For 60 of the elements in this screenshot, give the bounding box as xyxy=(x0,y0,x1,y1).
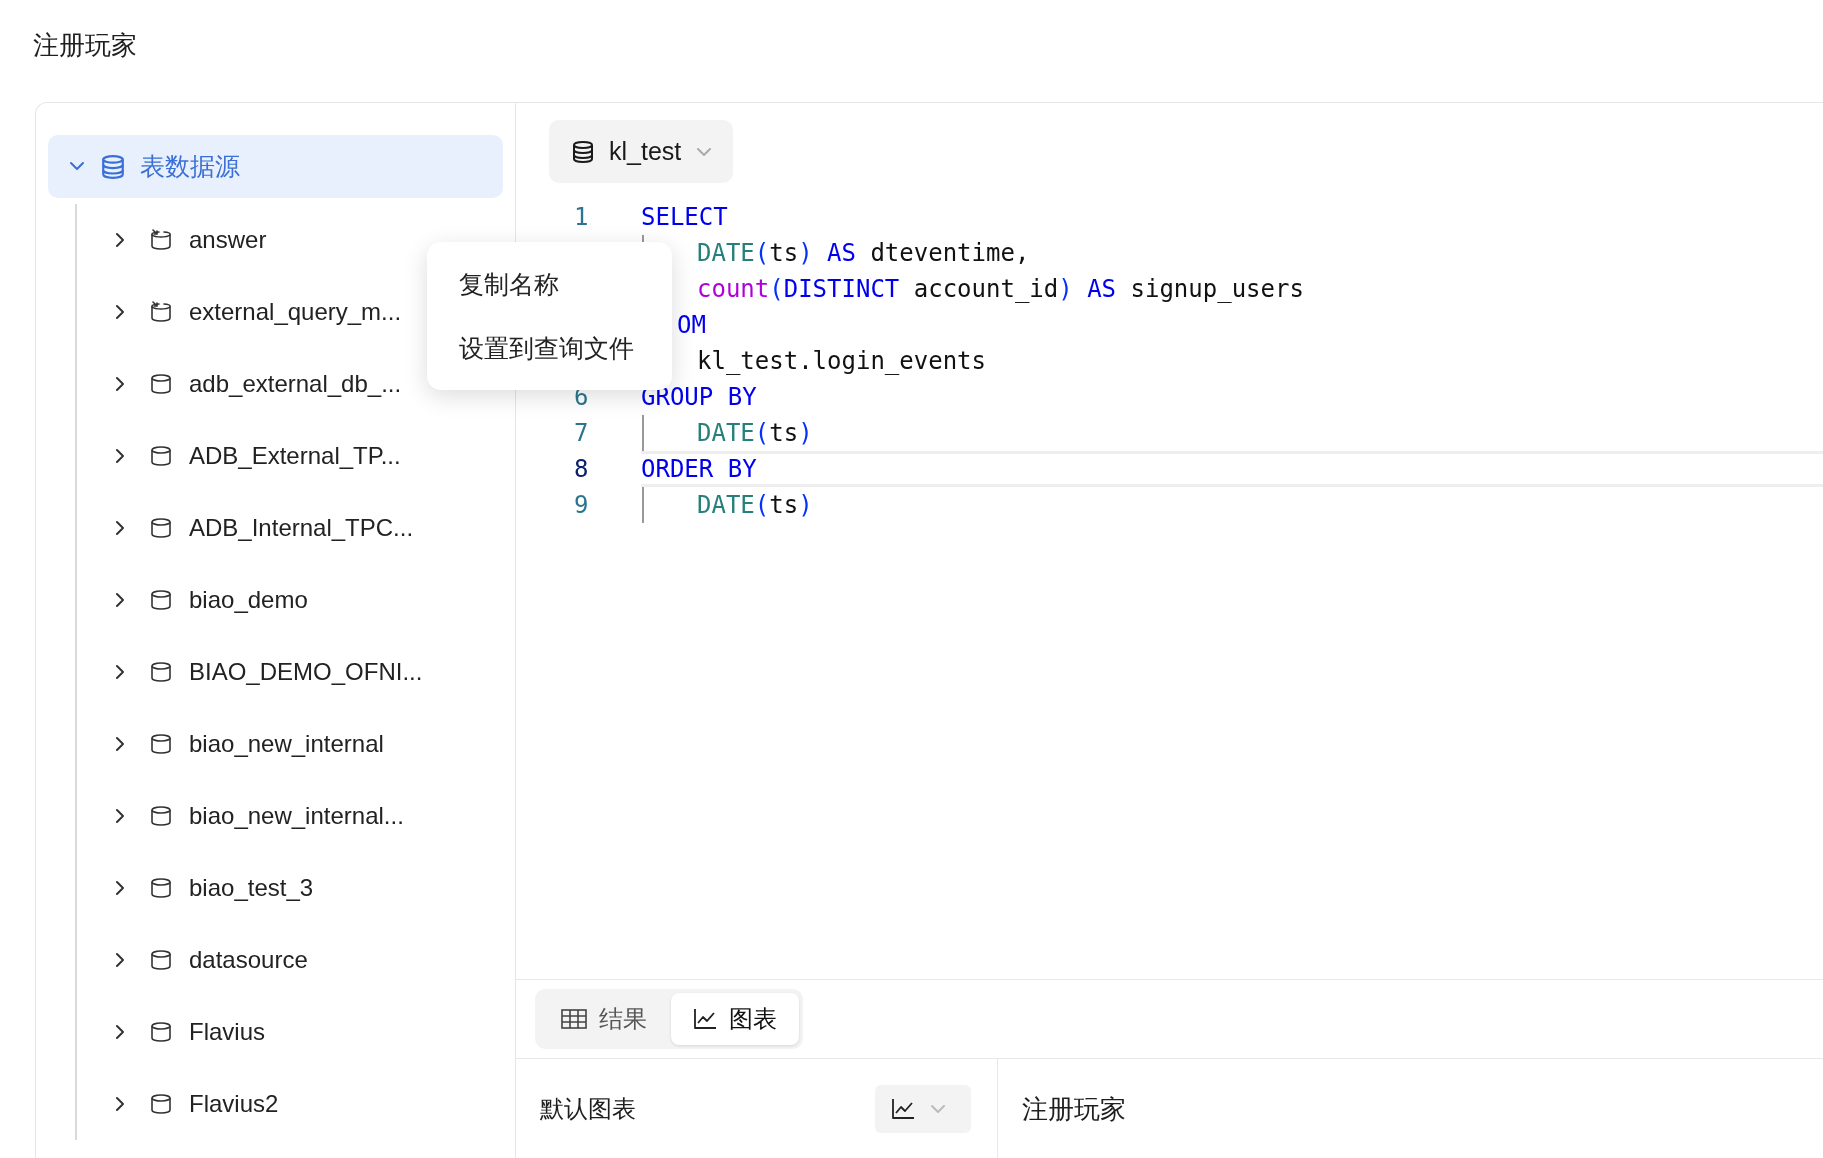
chevron-right-icon[interactable] xyxy=(113,231,127,249)
database-icon xyxy=(149,372,173,396)
page-title: 注册玩家 xyxy=(32,29,138,62)
database-select[interactable]: kl_test xyxy=(549,120,734,183)
chart-settings-label: 默认图表 xyxy=(540,1094,636,1124)
code-line: ORDER BY xyxy=(641,451,1823,487)
chevron-right-icon[interactable] xyxy=(113,663,127,681)
database-icon xyxy=(149,1020,173,1044)
chevron-right-icon[interactable] xyxy=(113,303,127,321)
view-tab[interactable]: 结果 xyxy=(539,993,669,1045)
database-icon xyxy=(149,588,173,612)
table-icon xyxy=(561,1008,587,1030)
tree-item[interactable]: biao_test_3 xyxy=(189,874,314,902)
database-icon xyxy=(149,660,173,684)
tree-item[interactable]: biao_new_internal... xyxy=(189,802,404,830)
chevron-right-icon[interactable] xyxy=(113,447,127,465)
database-icon xyxy=(149,1092,173,1116)
database-icon xyxy=(100,153,126,180)
tree-root-label: 表数据源 xyxy=(140,151,240,182)
tree-item[interactable]: BIAO_DEMO_OFNI... xyxy=(189,658,423,686)
chevron-right-icon[interactable] xyxy=(113,735,127,753)
line-number: 1 xyxy=(573,203,590,231)
tree-item[interactable]: answer xyxy=(189,226,267,254)
code-line: OM xyxy=(676,310,707,341)
chevron-right-icon[interactable] xyxy=(113,375,127,393)
database-icon xyxy=(149,876,173,900)
chevron-right-icon[interactable] xyxy=(113,1023,127,1041)
line-chart-icon xyxy=(693,1008,717,1030)
table-import-icon xyxy=(149,300,173,324)
database-icon xyxy=(571,139,595,164)
tree-item[interactable]: adb_external_db_... xyxy=(189,370,402,398)
line-number: 8 xyxy=(573,455,590,483)
tree-item[interactable]: Flavius2 xyxy=(189,1090,279,1118)
line-number: 9 xyxy=(573,491,590,519)
database-icon xyxy=(149,516,173,540)
view-tab[interactable]: 图表 xyxy=(671,993,799,1045)
database-icon xyxy=(149,804,173,828)
database-icon xyxy=(149,948,173,972)
chevron-right-icon[interactable] xyxy=(113,1095,127,1113)
chevron-right-icon[interactable] xyxy=(113,519,127,537)
chevron-right-icon[interactable] xyxy=(113,879,127,897)
line-number: 7 xyxy=(573,419,590,447)
tree-item[interactable]: datasource xyxy=(189,946,308,974)
line-chart-icon xyxy=(891,1098,915,1120)
code-line: SELECT xyxy=(641,202,729,233)
chart-title: 注册玩家 xyxy=(1022,1092,1126,1126)
tree-root-item[interactable]: 表数据源 xyxy=(48,135,503,198)
tree-item[interactable]: biao_new_internal xyxy=(189,730,384,758)
database-icon xyxy=(149,444,173,468)
chevron-right-icon[interactable] xyxy=(113,807,127,825)
tree-item[interactable]: external_query_m... xyxy=(189,298,402,326)
table-import-icon xyxy=(149,228,173,252)
tree-item[interactable]: ADB_External_TP... xyxy=(189,442,401,470)
database-icon xyxy=(149,732,173,756)
tree-item[interactable]: biao_demo xyxy=(189,586,308,614)
chevron-right-icon[interactable] xyxy=(113,591,127,609)
tree-item[interactable]: ADB_Internal_TPC... xyxy=(189,514,414,542)
chart-type-select[interactable] xyxy=(875,1085,971,1133)
tree-item[interactable]: Flavius xyxy=(189,1018,266,1046)
chevron-right-icon[interactable] xyxy=(113,951,127,969)
